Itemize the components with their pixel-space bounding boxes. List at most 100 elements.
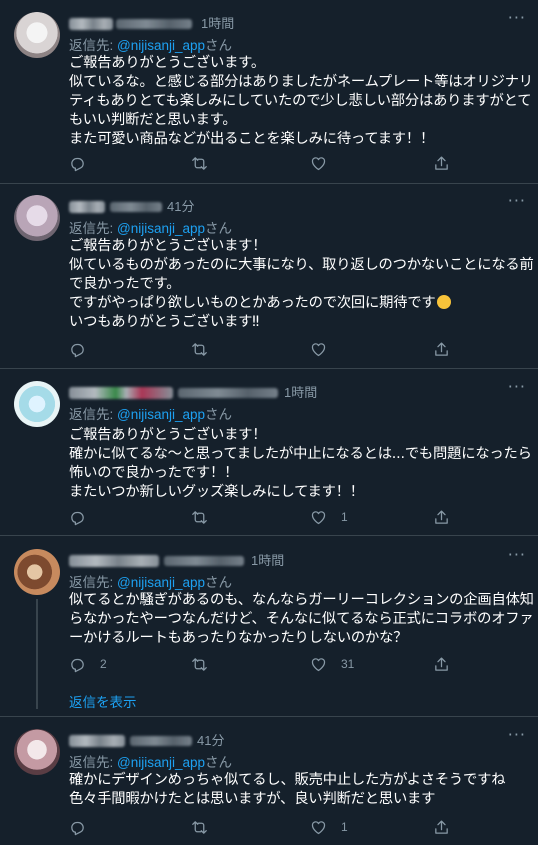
- user-handle: [130, 736, 192, 746]
- retweet-icon: [192, 156, 207, 170]
- share-icon: [435, 341, 448, 356]
- share-icon: [435, 155, 448, 170]
- reply-button[interactable]: [69, 339, 100, 359]
- timestamp[interactable]: 41分: [197, 730, 224, 749]
- retweet-icon: [192, 342, 207, 356]
- more-options-icon[interactable]: ···: [508, 8, 526, 27]
- avatar[interactable]: [14, 12, 60, 58]
- heart-icon: [311, 820, 326, 834]
- tweet[interactable]: 1時間 ··· 返信先: @nijisanji_appさん ご報告ありがとうござ…: [0, 8, 538, 182]
- tweet-text: ご報告ありがとうございます！ 似ているものがあったのに大事になり、取り返しのつか…: [69, 238, 534, 330]
- reply-button[interactable]: 2: [69, 654, 107, 674]
- mention-link[interactable]: @nijisanji_app: [117, 755, 205, 770]
- more-options-icon[interactable]: ···: [508, 377, 526, 396]
- divider: [0, 368, 538, 369]
- retweet-icon: [192, 510, 207, 524]
- more-options-icon[interactable]: ···: [508, 725, 526, 744]
- tweet[interactable]: 1時間 ··· 返信先: @nijisanji_appさん 似てるとか騒ぎがある…: [0, 545, 538, 714]
- display-name[interactable]: [69, 735, 125, 747]
- avatar[interactable]: [14, 729, 60, 775]
- reply-button[interactable]: [69, 153, 100, 173]
- mention-link[interactable]: @nijisanji_app: [117, 575, 205, 590]
- like-button[interactable]: 1: [310, 507, 348, 527]
- divider: [0, 535, 538, 536]
- timestamp[interactable]: 1時間: [251, 550, 284, 569]
- reply-context: 返信先: @nijisanji_appさん: [69, 38, 233, 53]
- share-button[interactable]: [433, 507, 450, 527]
- more-options-icon[interactable]: ···: [508, 545, 526, 564]
- share-icon: [435, 819, 448, 834]
- heart-icon: [311, 510, 326, 524]
- tweet-text: 確かにデザインめっちゃ似てるし、販売中止した方がよさそうですね 色々手間暇かけた…: [69, 772, 506, 807]
- tweet-actions: [69, 339, 469, 359]
- reply-count: 2: [100, 657, 107, 671]
- share-button[interactable]: [433, 339, 450, 359]
- tweet-actions: 1: [69, 507, 469, 527]
- smiling-face-emoji: [436, 295, 451, 309]
- retweet-icon: [192, 657, 207, 671]
- reply-icon: [71, 821, 84, 835]
- tweet[interactable]: 41分 ··· 返信先: @nijisanji_appさん 確かにデザインめっち…: [0, 725, 538, 841]
- heart-icon: [311, 657, 326, 671]
- retweet-button[interactable]: [191, 153, 222, 173]
- share-button[interactable]: [433, 153, 450, 173]
- timestamp[interactable]: 41分: [167, 196, 194, 215]
- like-button[interactable]: [310, 339, 341, 359]
- reply-icon: [71, 658, 84, 672]
- timestamp[interactable]: 1時間: [284, 382, 317, 401]
- heart-icon: [311, 342, 326, 356]
- tweet-text: 似てるとか騒ぎがあるのも、なんならガーリーコレクションの企画自体知 らなかったや…: [69, 592, 534, 646]
- share-button[interactable]: [433, 654, 450, 674]
- tweet-actions: 2 31: [69, 654, 469, 674]
- reply-context: 返信先: @nijisanji_appさん: [69, 575, 233, 590]
- divider: [0, 716, 538, 717]
- share-icon: [435, 509, 448, 524]
- mention-link[interactable]: @nijisanji_app: [117, 407, 205, 422]
- timestamp[interactable]: 1時間: [201, 13, 234, 32]
- avatar[interactable]: [14, 549, 60, 595]
- user-handle: [178, 388, 278, 398]
- like-button[interactable]: 31: [310, 654, 354, 674]
- display-name[interactable]: [69, 18, 113, 30]
- like-count: 31: [341, 657, 355, 671]
- user-handle: [164, 556, 244, 566]
- reply-button[interactable]: [69, 507, 100, 527]
- reply-icon: [71, 157, 84, 171]
- display-name[interactable]: [69, 201, 105, 213]
- retweet-button[interactable]: [191, 817, 222, 837]
- reply-icon: [71, 343, 84, 357]
- user-handle: [110, 202, 162, 212]
- reply-context: 返信先: @nijisanji_appさん: [69, 755, 233, 770]
- retweet-button[interactable]: [191, 339, 222, 359]
- tweet-actions: [69, 153, 469, 173]
- like-button[interactable]: 1: [310, 817, 348, 837]
- tweet[interactable]: 1時間 ··· 返信先: @nijisanji_appさん ご報告ありがとうござ…: [0, 377, 538, 531]
- mention-link[interactable]: @nijisanji_app: [117, 38, 205, 53]
- reply-button[interactable]: [69, 817, 100, 837]
- retweet-button[interactable]: [191, 507, 222, 527]
- like-count: 1: [341, 510, 348, 524]
- divider: [0, 183, 538, 184]
- more-options-icon[interactable]: ···: [508, 191, 526, 210]
- reply-context: 返信先: @nijisanji_appさん: [69, 407, 233, 422]
- show-replies-link[interactable]: 返信を表示: [69, 691, 137, 711]
- retweet-button[interactable]: [191, 654, 222, 674]
- reply-icon: [71, 511, 84, 525]
- tweet-actions: 1: [69, 817, 469, 837]
- avatar[interactable]: [14, 381, 60, 427]
- like-button[interactable]: [310, 153, 341, 173]
- heart-icon: [311, 156, 326, 170]
- share-button[interactable]: [433, 817, 450, 837]
- mention-link[interactable]: @nijisanji_app: [117, 221, 205, 236]
- user-handle: [116, 19, 192, 29]
- share-icon: [435, 656, 448, 671]
- like-count: 1: [341, 820, 348, 834]
- display-name[interactable]: [69, 387, 173, 399]
- tweet-text: ご報告ありがとうございます！ 確かに似てるな〜と思ってましたが中止になるとは..…: [69, 427, 532, 500]
- reply-context: 返信先: @nijisanji_appさん: [69, 221, 233, 236]
- avatar[interactable]: [14, 195, 60, 241]
- tweet-text: ご報告ありがとうございます。 似ているな。と感じる部分はありましたがネームプレー…: [69, 55, 533, 147]
- thread-line: [36, 599, 38, 709]
- display-name[interactable]: [69, 555, 159, 567]
- tweet[interactable]: 41分 ··· 返信先: @nijisanji_appさん ご報告ありがとうござ…: [0, 191, 538, 365]
